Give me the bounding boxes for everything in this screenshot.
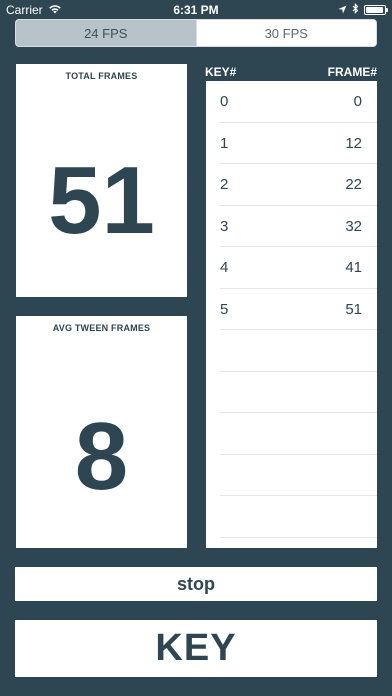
- total-frames-value: 51: [48, 147, 155, 254]
- total-frames-card: TOTAL FRAMES 51: [16, 64, 187, 297]
- status-right: [338, 2, 388, 17]
- frame-cell: 32: [345, 217, 362, 235]
- status-time: 6:31 PM: [173, 3, 219, 17]
- key-cell: 3: [220, 217, 229, 235]
- key-table-header: KEY# FRAME#: [205, 65, 377, 81]
- table-row[interactable]: 5 51: [220, 289, 377, 330]
- fps-segmented-control: 24 FPS 30 FPS: [15, 19, 377, 47]
- fps-option-24[interactable]: 24 FPS: [16, 20, 196, 46]
- key-column-header: KEY#: [205, 65, 237, 79]
- key-cell: 1: [220, 134, 229, 152]
- status-bar: Carrier 6:31 PM: [0, 0, 392, 20]
- frame-cell: 0: [353, 93, 362, 110]
- table-row: [220, 413, 377, 455]
- table-row: [220, 455, 377, 496]
- table-row: [220, 496, 377, 538]
- table-row: [220, 330, 377, 372]
- table-row[interactable]: 4 41: [220, 247, 377, 289]
- frame-cell: 41: [345, 259, 362, 276]
- table-row[interactable]: 1 12: [220, 123, 377, 164]
- key-cell: 2: [220, 176, 229, 193]
- frame-cell: 12: [345, 134, 362, 152]
- key-cell: 0: [220, 93, 229, 110]
- fps-option-30[interactable]: 30 FPS: [195, 20, 377, 46]
- table-row[interactable]: 0 0: [220, 81, 377, 123]
- bluetooth-icon: [352, 2, 359, 17]
- key-table[interactable]: 0 0 1 12 2 22 3 32 4 41 5 51: [206, 81, 377, 548]
- avg-tween-frames-value: 8: [74, 403, 129, 510]
- stop-button[interactable]: stop: [15, 567, 377, 601]
- table-row[interactable]: 2 22: [220, 164, 377, 206]
- key-cell: 4: [220, 259, 229, 276]
- key-cell: 5: [220, 300, 229, 318]
- frame-column-header: FRAME#: [327, 65, 377, 79]
- frame-cell: 51: [345, 300, 362, 318]
- table-row: [220, 372, 377, 413]
- table-row[interactable]: 3 32: [220, 206, 377, 247]
- battery-icon: [364, 5, 388, 15]
- avg-tween-frames-label: AVG TWEEN FRAMES: [52, 323, 151, 333]
- frame-cell: 22: [345, 176, 362, 193]
- avg-tween-frames-card: AVG TWEEN FRAMES 8: [16, 316, 187, 548]
- location-arrow-icon: [338, 3, 347, 17]
- total-frames-label: TOTAL FRAMES: [65, 71, 138, 81]
- key-button[interactable]: KEY: [15, 620, 377, 677]
